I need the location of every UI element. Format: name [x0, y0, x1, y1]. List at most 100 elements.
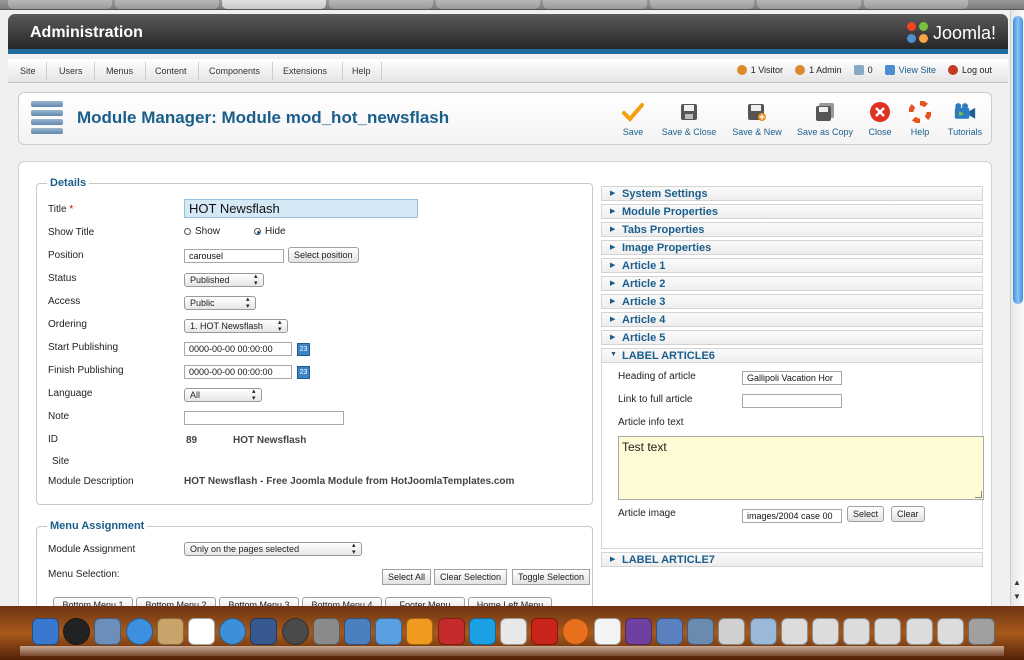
textedit-icon[interactable] — [500, 618, 527, 645]
save-close-button[interactable]: Save & Close — [657, 101, 721, 137]
triangle-right-icon: ▶ — [610, 262, 616, 269]
browser-tab[interactable] — [436, 0, 540, 9]
show-title-hide-radio[interactable]: Hide — [254, 226, 286, 237]
show-title-show-radio[interactable]: Show — [184, 226, 220, 237]
window-thumb-icon[interactable] — [874, 618, 902, 645]
menu-content[interactable]: Content — [155, 66, 187, 76]
scrollbar-thumb[interactable] — [1013, 16, 1023, 304]
note-input[interactable] — [184, 411, 344, 425]
accordion-image-properties[interactable]: ▶ Image Properties — [601, 240, 983, 255]
status-area: 1 Visitor 1 Admin 0 View Site Log out — [736, 65, 992, 75]
menu-users[interactable]: Users — [59, 66, 83, 76]
resize-grip-icon[interactable] — [975, 491, 982, 498]
article-image-input[interactable] — [742, 509, 842, 523]
menu-site[interactable]: Site — [20, 66, 36, 76]
menu-extensions[interactable]: Extensions — [283, 66, 327, 76]
notes-icon[interactable] — [593, 618, 621, 645]
save-button[interactable]: Save — [601, 101, 665, 137]
heading-of-article-input[interactable] — [742, 371, 842, 385]
browser-tab-active[interactable] — [222, 0, 326, 9]
finder-icon[interactable] — [32, 618, 59, 645]
accordion-module-properties[interactable]: ▶ Module Properties — [601, 204, 983, 219]
imovie-icon[interactable] — [624, 618, 652, 645]
expose-icon[interactable] — [250, 618, 278, 645]
accordion-article-1[interactable]: ▶ Article 1 — [601, 258, 983, 273]
ical-icon[interactable] — [188, 618, 215, 645]
module-assignment-select[interactable]: Only on the pages selected — [184, 542, 362, 556]
address-book-icon[interactable] — [156, 618, 184, 645]
mail-icon[interactable] — [375, 618, 403, 645]
scroll-up-arrow-icon[interactable]: ▲ — [1013, 578, 1021, 587]
accordion-article-2[interactable]: ▶ Article 2 — [601, 276, 983, 291]
tools-icon[interactable] — [687, 618, 715, 645]
window-thumb-icon[interactable] — [780, 618, 808, 645]
skype-icon[interactable] — [468, 618, 496, 645]
select-position-button[interactable]: Select position — [288, 247, 359, 263]
page-scrollbar[interactable]: ▲ ▼ — [1010, 10, 1024, 606]
firefox-icon[interactable] — [562, 618, 590, 645]
messages-status[interactable]: 0 — [853, 65, 873, 75]
iphoto-icon[interactable] — [344, 618, 371, 645]
filezilla-icon[interactable] — [531, 618, 559, 645]
position-input[interactable] — [184, 249, 284, 263]
tutorials-button[interactable]: Tutorials — [933, 101, 997, 137]
window-thumb-icon[interactable] — [936, 618, 964, 645]
browser-tab[interactable] — [864, 0, 968, 9]
trash-icon[interactable] — [968, 618, 995, 645]
calendar-icon[interactable]: 23 — [297, 366, 310, 379]
view-site-link[interactable]: View Site — [884, 65, 936, 75]
time-machine-icon[interactable] — [281, 618, 309, 645]
admins-status: 1 Admin — [795, 65, 842, 75]
accordion-article-3[interactable]: ▶ Article 3 — [601, 294, 983, 309]
itunes-icon[interactable] — [219, 618, 247, 645]
accordion-article-5[interactable]: ▶ Article 5 — [601, 330, 983, 345]
accordion-label-article7[interactable]: ▶ LABEL ARTICLE7 — [601, 552, 983, 567]
browser-tab[interactable] — [650, 0, 754, 9]
scroll-down-arrow-icon[interactable]: ▼ — [1013, 592, 1021, 601]
menu-help[interactable]: Help — [352, 66, 371, 76]
accordion-system-settings[interactable]: ▶ System Settings — [601, 186, 983, 201]
access-select[interactable]: Public — [184, 296, 256, 310]
system-preferences-icon[interactable] — [312, 618, 340, 645]
accordion-label-article6[interactable]: ▼ LABEL ARTICLE6 — [601, 348, 983, 363]
article-image-select-button[interactable]: Select — [847, 506, 885, 522]
browser-tab[interactable] — [329, 0, 433, 9]
menu-components[interactable]: Components — [209, 66, 260, 76]
photo-app-icon[interactable] — [656, 618, 683, 645]
preview-icon[interactable] — [94, 618, 122, 645]
accordion-article-4[interactable]: ▶ Article 4 — [601, 312, 983, 327]
ordering-select[interactable]: 1. HOT Newsflash — [184, 319, 288, 333]
browser-tab[interactable] — [543, 0, 647, 9]
article-info-textarea[interactable]: Test text — [618, 436, 984, 500]
triangle-right-icon: ▶ — [610, 298, 616, 305]
calendar-icon[interactable]: 23 — [297, 343, 310, 356]
article-image-clear-button[interactable]: Clear — [891, 506, 925, 522]
window-thumb-icon[interactable] — [843, 618, 871, 645]
finish-publishing-input[interactable] — [184, 365, 292, 379]
browser-tab[interactable] — [757, 0, 861, 9]
window-thumb-icon[interactable] — [905, 618, 933, 645]
save-new-button[interactable]: Save & New — [725, 101, 789, 137]
macos-dock — [0, 606, 1024, 660]
language-select[interactable]: All — [184, 388, 262, 402]
toggle-selection-button[interactable]: Toggle Selection — [512, 569, 591, 585]
title-input[interactable] — [184, 199, 418, 218]
window-thumb-icon[interactable] — [812, 618, 839, 645]
logout-link[interactable]: Log out — [947, 65, 992, 75]
status-select[interactable]: Published — [184, 273, 264, 287]
safari-icon[interactable] — [125, 618, 153, 645]
dashboard-icon[interactable] — [63, 618, 91, 645]
select-all-button[interactable]: Select All — [382, 569, 432, 585]
clear-selection-button[interactable]: Clear Selection — [434, 569, 508, 585]
start-publishing-input[interactable] — [184, 342, 292, 356]
flower-app-icon[interactable] — [406, 618, 434, 645]
browser-tab[interactable] — [115, 0, 219, 9]
accordion-tabs-properties[interactable]: ▶ Tabs Properties — [601, 222, 983, 237]
menu-menus[interactable]: Menus — [106, 66, 133, 76]
documents-folder-icon[interactable] — [749, 618, 777, 645]
printer-icon[interactable] — [718, 618, 746, 645]
browser-tab[interactable] — [8, 0, 112, 9]
triangle-right-icon: ▶ — [610, 556, 616, 563]
link-to-full-article-input[interactable] — [742, 394, 842, 408]
acrobat-icon[interactable] — [437, 618, 465, 645]
